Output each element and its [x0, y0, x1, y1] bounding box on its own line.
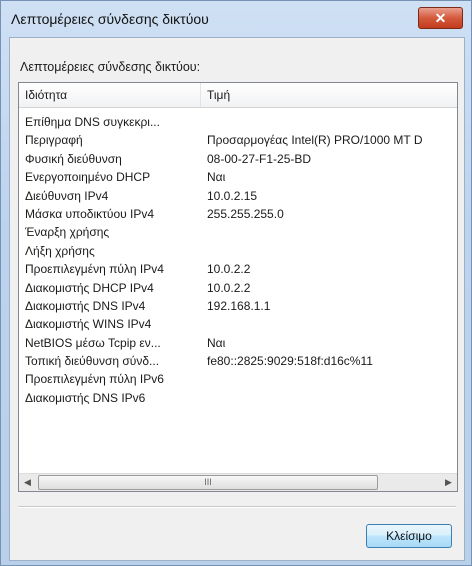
table-row[interactable]: Τοπική διεύθυνση σύνδ... fe80::2825:9029:… — [19, 352, 457, 370]
property-cell: Διακομιστής DNS IPv6 — [25, 390, 146, 405]
details-list-view[interactable]: Ιδιότητα Τιμή Επίθημα DNS συγκεκρι... Περ… — [18, 82, 458, 492]
value-cell: 10.0.2.2 — [207, 280, 251, 295]
scroll-thumb[interactable]: III — [38, 475, 378, 490]
table-row[interactable]: Έναρξη χρήσης — [19, 223, 457, 241]
property-cell: Διακομιστής DNS IPv4 — [25, 298, 146, 313]
property-cell: Προεπιλεγμένη πύλη IPv4 — [25, 262, 164, 277]
horizontal-scrollbar[interactable]: ◀ III ▶ — [19, 473, 457, 491]
table-row[interactable]: Λήξη χρήσης — [19, 242, 457, 260]
column-header-property[interactable]: Ιδιότητα — [19, 83, 201, 107]
list-rows: Επίθημα DNS συγκεκρι... Περιγραφή Προσαρμο… — [19, 113, 457, 407]
scroll-left-icon[interactable]: ◀ — [19, 474, 36, 491]
title-bar[interactable]: Λεπτομέρειες σύνδεσης δικτύου ✕ — [1, 1, 471, 37]
table-row[interactable]: Ενεργοποιημένο DHCP Ναι — [19, 168, 457, 186]
value-cell: Ναι — [207, 170, 226, 185]
value-cell — [207, 370, 457, 388]
table-row[interactable]: Προεπιλεγμένη πύλη IPv6 — [19, 370, 457, 388]
value-cell — [207, 223, 457, 241]
close-icon[interactable]: ✕ — [418, 7, 463, 29]
value-cell: 08-00-27-F1-25-BD — [207, 151, 312, 166]
value-cell: 255.255.255.0 — [207, 206, 284, 221]
value-cell: 192.168.1.1 — [207, 298, 271, 313]
property-cell: Διακομιστής DHCP IPv4 — [25, 280, 154, 295]
property-cell: NetBIOS μέσω Tcpip εν... — [25, 335, 161, 350]
table-row[interactable]: Διεύθυνση IPv4 10.0.2.15 — [19, 187, 457, 205]
property-cell: Λήξη χρήσης — [25, 243, 95, 258]
column-header-value[interactable]: Τιμή — [201, 83, 457, 107]
value-cell — [207, 389, 457, 407]
value-cell: fe80::2825:9029:518f:d16c%11 — [207, 354, 373, 369]
table-row[interactable]: Επίθημα DNS συγκεκρι... — [19, 113, 457, 131]
property-cell: Έναρξη χρήσης — [25, 225, 110, 240]
table-row[interactable]: Διακομιστής WINS IPv4 — [19, 315, 457, 333]
table-row[interactable]: Προεπιλεγμένη πύλη IPv4 10.0.2.2 — [19, 260, 457, 278]
property-cell: Φυσική διεύθυνση — [25, 151, 122, 166]
value-cell: 10.0.2.15 — [207, 188, 258, 203]
table-row[interactable]: Περιγραφή Προσαρμογέας Intel(R) PRO/1000 … — [19, 131, 457, 149]
value-cell — [207, 315, 457, 333]
table-row[interactable]: Φυσική διεύθυνση 08-00-27-F1-25-BD — [19, 150, 457, 168]
property-cell: Επίθημα DNS συγκεκρι... — [25, 115, 160, 129]
table-row[interactable]: Μάσκα υποδικτύου IPv4 255.255.255.0 — [19, 205, 457, 223]
property-cell: Τοπική διεύθυνση σύνδ... — [25, 354, 160, 369]
value-cell: Προσαρμογέας Intel(R) PRO/1000 MT D — [207, 133, 423, 148]
table-row[interactable]: NetBIOS μέσω Tcpip εν... Ναι — [19, 334, 457, 352]
property-cell: Ενεργοποιημένο DHCP — [25, 170, 151, 185]
table-row[interactable]: Διακομιστής DNS IPv6 — [19, 389, 457, 407]
dialog-window: Λεπτομέρειες σύνδεσης δικτύου ✕ Λεπτομέρ… — [0, 0, 472, 566]
table-row[interactable]: Διακομιστής DHCP IPv4 10.0.2.2 — [19, 279, 457, 297]
value-cell — [207, 113, 457, 131]
list-header: Ιδιότητα Τιμή — [19, 83, 457, 108]
details-label: Λεπτομέρειες σύνδεσης δικτύου: — [20, 60, 201, 74]
separator — [18, 506, 456, 508]
property-cell: Μάσκα υποδικτύου IPv4 — [25, 206, 155, 221]
property-cell: Προεπιλεγμένη πύλη IPv6 — [25, 372, 164, 387]
window-title: Λεπτομέρειες σύνδεσης δικτύου — [11, 11, 209, 27]
value-cell: Ναι — [207, 335, 226, 350]
property-cell: Διεύθυνση IPv4 — [25, 188, 109, 203]
scroll-right-icon[interactable]: ▶ — [440, 474, 457, 491]
close-button[interactable]: Κλείσιμο — [366, 524, 452, 548]
table-row[interactable]: Διακομιστής DNS IPv4 192.168.1.1 — [19, 297, 457, 315]
dialog-client-area: Λεπτομέρειες σύνδεσης δικτύου: Ιδιότητα … — [9, 37, 465, 561]
value-cell — [207, 242, 457, 260]
property-cell: Διακομιστής WINS IPv4 — [25, 317, 152, 332]
value-cell: 10.0.2.2 — [207, 262, 251, 277]
property-cell: Περιγραφή — [25, 133, 83, 148]
